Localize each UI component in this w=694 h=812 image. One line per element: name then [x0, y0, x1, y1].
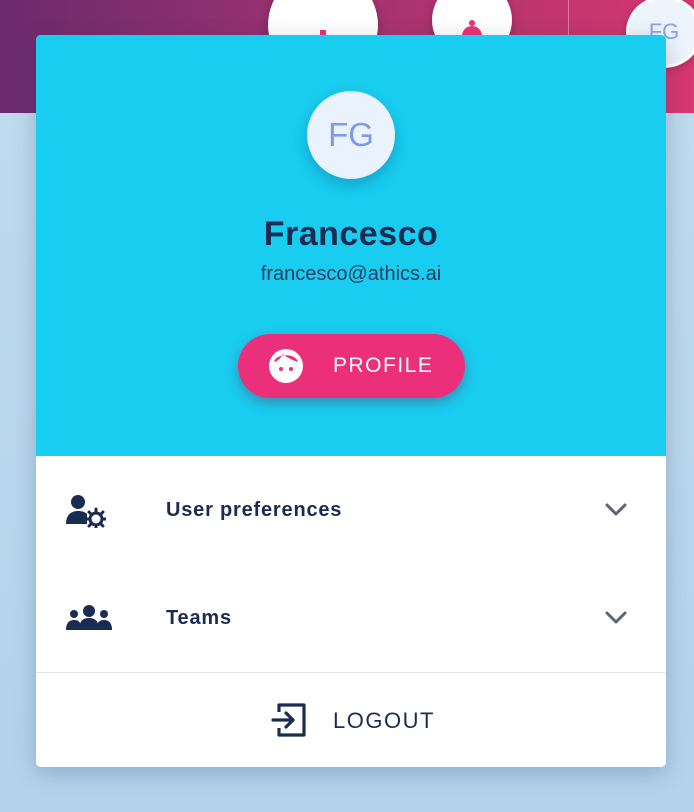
logout-icon [271, 703, 306, 737]
profile-button[interactable]: PROFILE [238, 334, 465, 398]
logout-label: LOGOUT [333, 708, 435, 733]
teams-label: Teams [166, 607, 232, 629]
topbar-divider [568, 0, 569, 40]
user-preferences-label: User preferences [166, 499, 343, 521]
user-email: francesco@athics.ai [260, 263, 442, 285]
avatar: FG [307, 91, 395, 179]
teams-item[interactable]: Teams [36, 564, 666, 672]
user-name: Francesco [263, 215, 439, 253]
chevron-down-icon [605, 503, 627, 516]
account-menu: FG Francesco francesco@athics.ai PROFILE [36, 35, 666, 767]
avatar-initials: FG [328, 116, 374, 153]
account-header: FG Francesco francesco@athics.ai PROFILE [36, 35, 666, 456]
profile-button-label: PROFILE [333, 354, 434, 377]
user-gear-icon [66, 495, 106, 528]
face-icon [269, 349, 303, 383]
team-icon [66, 605, 112, 630]
user-preferences-item[interactable]: User preferences [36, 456, 666, 564]
logout-button[interactable]: LOGOUT [36, 673, 666, 767]
chevron-down-icon [605, 611, 627, 624]
